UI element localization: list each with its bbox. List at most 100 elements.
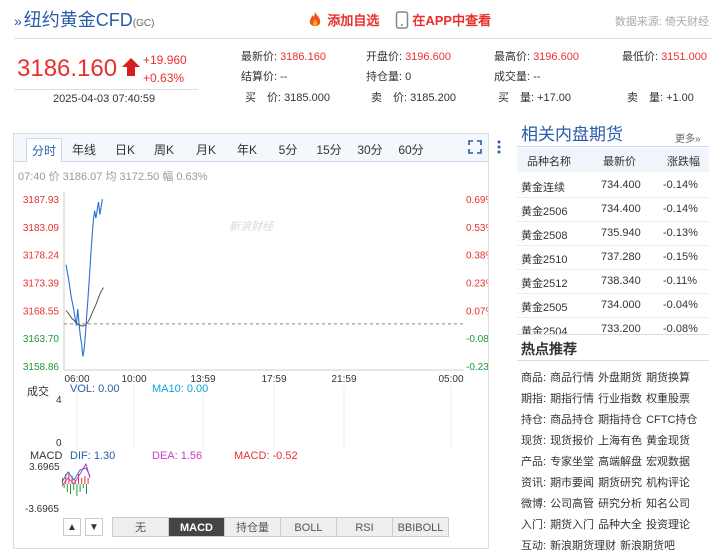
chart-tab[interactable]: 分时 (26, 138, 62, 162)
chart-tab[interactable]: 60分 (393, 138, 429, 162)
contract-name[interactable]: 黄金2505 (521, 299, 567, 315)
chart-tab[interactable]: 15分 (311, 138, 347, 162)
fullscreen-icon[interactable] (468, 140, 482, 154)
hot-row-label: 入门: (521, 519, 547, 531)
contract-name[interactable]: 黄金2506 (521, 203, 567, 219)
chart-tab[interactable]: 年K (229, 138, 265, 162)
quote-field: 最低价: 3151.000 (622, 48, 707, 64)
volume-axis-min: 0 (56, 438, 62, 449)
quote-field-label: 开盘价: (366, 51, 403, 63)
hot-link[interactable]: 期指行情 (550, 393, 594, 405)
contract-name[interactable]: 黄金2512 (521, 275, 567, 291)
table-row[interactable]: 黄金2506 734.400 -0.14% (517, 198, 709, 222)
hot-link[interactable]: 期货研究 (598, 477, 642, 489)
contract-name[interactable]: 黄金连续 (521, 179, 565, 195)
hot-link[interactable]: 研究分析 (598, 498, 642, 510)
y-tick-label-pct: -0.08% (466, 334, 488, 345)
y-tick-label: 3168.55 (23, 306, 60, 317)
table-row[interactable]: 黄金2508 735.940 -0.13% (517, 222, 709, 246)
y-tick-label-pct: 0.38% (466, 251, 488, 262)
hot-link[interactable]: 新浪期货吧 (620, 540, 675, 552)
hot-row-label: 资讯: (521, 477, 547, 489)
indicator-tab[interactable]: 持仓量 (224, 517, 281, 537)
y-tick-label: 3173.39 (23, 279, 60, 290)
hot-link[interactable]: 品种大全 (598, 519, 642, 531)
contract-change: -0.11% (663, 275, 698, 287)
indicator-tab[interactable]: MACD (168, 517, 225, 537)
hot-row-label: 互动: (521, 540, 547, 552)
hot-link[interactable]: 期货入门 (550, 519, 594, 531)
column-header: 涨跌幅 (667, 156, 700, 168)
macd-bar (79, 484, 81, 492)
indicator-tab[interactable]: BOLL (280, 517, 337, 537)
more-link[interactable]: 更多» (675, 130, 701, 145)
quote-field: 成交量: -- (494, 68, 540, 84)
hot-link[interactable]: 商品行情 (550, 372, 594, 384)
scroll-up-button[interactable]: ▲ (63, 518, 81, 536)
hot-link[interactable]: 高端解盘 (598, 456, 642, 468)
hot-link[interactable]: CFTC持仓 (646, 414, 697, 426)
scroll-down-button[interactable]: ▼ (85, 518, 103, 536)
table-row[interactable]: 黄金2510 737.280 -0.15% (517, 246, 709, 270)
divider (517, 146, 709, 147)
indicator-tab[interactable]: 无 (112, 517, 169, 537)
hot-link[interactable]: 宏观数据 (646, 456, 690, 468)
hot-row-label: 期指: (521, 393, 547, 405)
hot-row: 资讯: 期市要闻 期货研究 机构评论 (521, 474, 694, 490)
contract-price: 733.200 (601, 323, 641, 334)
contract-name[interactable]: 黄金2508 (521, 227, 567, 243)
hot-link[interactable]: 新浪期货理财 (550, 540, 616, 552)
hot-link[interactable]: 行业指数 (598, 393, 642, 405)
hot-link[interactable]: 投资理论 (646, 519, 690, 531)
hot-link[interactable]: 专家坐堂 (550, 456, 594, 468)
hot-link[interactable]: 期指持仓 (598, 414, 642, 426)
indicator-tab[interactable]: BBIBOLL (392, 517, 449, 537)
hot-link[interactable]: 知名公司 (646, 498, 690, 510)
macd-bar (86, 484, 87, 494)
table-row[interactable]: 黄金2504 733.200 -0.08% (517, 318, 709, 334)
quote-field-value: +17.00 (537, 92, 572, 104)
contract-name[interactable]: 黄金2510 (521, 251, 567, 267)
y-tick-label-pct: 0.53% (466, 223, 488, 234)
hot-link[interactable]: 黄金现货 (646, 435, 690, 447)
chart-tab[interactable]: 月K (188, 138, 224, 162)
macd-axis-max: 3.6965 (29, 462, 60, 473)
divider (517, 334, 709, 335)
price-change: +19.960 (143, 53, 187, 67)
table-row[interactable]: 黄金连续 734.400 -0.14% (517, 174, 709, 198)
chart-tab[interactable]: 5分 (270, 138, 306, 162)
quote-field: 结算价: -- (241, 68, 287, 84)
quote-field-value: 3185.200 (410, 92, 456, 104)
hot-link[interactable]: 上海有色 (598, 435, 642, 447)
hot-link[interactable]: 公司高管 (550, 498, 594, 510)
quote-field: 卖 价: 3185.200 (371, 89, 456, 105)
divider (14, 38, 712, 39)
app-view-button[interactable]: 在APP中查看 (395, 10, 491, 29)
add-watch-button[interactable]: 添加自选 (306, 10, 379, 29)
chart-tab[interactable]: 30分 (352, 138, 388, 162)
table-row[interactable]: 黄金2505 734.000 -0.04% (517, 294, 709, 318)
chart-tab[interactable]: 周K (146, 138, 182, 162)
hot-link[interactable]: 现货报价 (550, 435, 594, 447)
macd-bar (76, 484, 78, 496)
indicator-tab[interactable]: RSI (336, 517, 393, 537)
table-row[interactable]: 黄金2512 738.340 -0.11% (517, 270, 709, 294)
more-vertical-icon[interactable] (496, 140, 502, 154)
hot-link[interactable]: 期市要闻 (550, 477, 594, 489)
hot-link[interactable]: 机构评论 (646, 477, 690, 489)
divider (14, 89, 198, 90)
hot-link[interactable]: 外盘期货 (598, 372, 642, 384)
chart-tab[interactable]: 日K (107, 138, 143, 162)
hot-link[interactable]: 权重股票 (646, 393, 690, 405)
y-tick-label: 3163.70 (23, 334, 60, 345)
quote-field-label: 持仓量: (366, 71, 403, 83)
contract-price: 734.400 (601, 179, 641, 191)
hot-link[interactable]: 期货换算 (646, 372, 690, 384)
contract-name[interactable]: 黄金2504 (521, 323, 567, 334)
quote-field: 卖 量: +1.00 (627, 89, 694, 105)
hot-recommend-title: 热点推荐 (521, 341, 577, 357)
quote-field-value: 3196.600 (405, 51, 451, 63)
y-tick-label-pct: 0.07% (466, 306, 488, 317)
chart-tab[interactable]: 年线 (66, 138, 102, 162)
hot-link[interactable]: 商品持仓 (550, 414, 594, 426)
